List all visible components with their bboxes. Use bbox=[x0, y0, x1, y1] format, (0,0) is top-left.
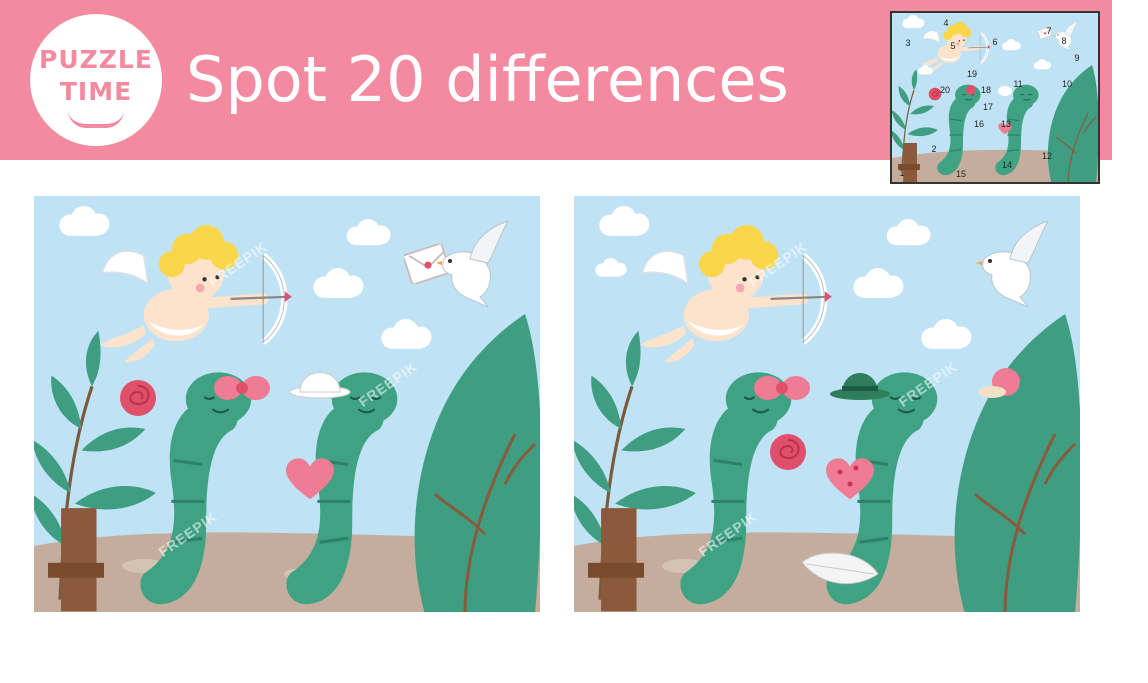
answer-marker-18: 18 bbox=[981, 85, 991, 95]
logo-smile bbox=[68, 110, 124, 128]
rose-icon bbox=[769, 433, 807, 471]
answer-marker-14: 14 bbox=[1002, 160, 1012, 170]
answer-marker-12: 12 bbox=[1042, 151, 1052, 161]
answer-key-image: 12345 67891011121314151617181920 bbox=[892, 13, 1098, 182]
answer-marker-10: 10 bbox=[1062, 79, 1072, 89]
answer-marker-16: 16 bbox=[974, 119, 984, 129]
answer-marker-20: 20 bbox=[940, 85, 950, 95]
answer-marker-6: 6 bbox=[992, 37, 997, 47]
rose-icon bbox=[119, 379, 157, 417]
answer-marker-5: 5 bbox=[950, 41, 955, 51]
answer-marker-11: 11 bbox=[1013, 79, 1022, 89]
answer-marker-1: 1 bbox=[899, 168, 904, 178]
answer-marker-9: 9 bbox=[1074, 53, 1079, 63]
puzzle-time-logo: PUZZLE TIME bbox=[30, 14, 162, 146]
logo-line2: TIME bbox=[59, 77, 133, 106]
answer-marker-17: 17 bbox=[983, 102, 993, 112]
answer-marker-15: 15 bbox=[956, 169, 966, 179]
answer-marker-3: 3 bbox=[905, 38, 910, 48]
answer-marker-8: 8 bbox=[1061, 36, 1066, 46]
answer-marker-4: 4 bbox=[943, 18, 948, 28]
answer-marker-19: 19 bbox=[967, 69, 977, 79]
answer-key: 1 2 3 4 5 6 7 8 9 10 11 12 13 14 15 16 17 18 19 20 bbox=[890, 11, 1100, 184]
answer-marker-2: 2 bbox=[931, 144, 936, 154]
answer-marker-13: 13 bbox=[1001, 119, 1011, 129]
right-picture: FREEPIK FREEPIK FREEPIK bbox=[574, 196, 1080, 612]
page-title: Spot 20 differences bbox=[186, 43, 789, 116]
answer-marker-7: 7 bbox=[1046, 26, 1051, 36]
left-picture: FREEPIK FREEPIK FREEPIK bbox=[34, 196, 540, 612]
logo-line1: PUZZLE bbox=[39, 45, 153, 74]
